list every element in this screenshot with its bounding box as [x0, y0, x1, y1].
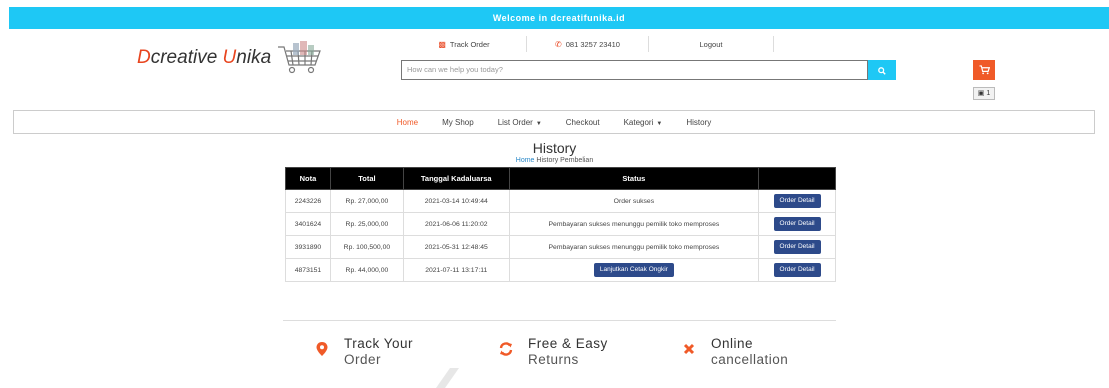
top-links: ▩ Track Order ✆ 081 3257 23410 Logout [402, 36, 774, 52]
welcome-bar: Welcome in dcreatifunika.id [9, 7, 1109, 29]
refresh-icon [496, 342, 516, 360]
logout-link[interactable]: Logout [649, 36, 774, 52]
cell-nota: 3931890 [285, 235, 331, 259]
watermark-shape [435, 368, 491, 388]
cell-nota: 3401624 [285, 212, 331, 236]
cell-tanggal: 2021-07-11 13:17:11 [402, 258, 510, 282]
table-row: 3401624 Rp. 25,000,00 2021-06-06 11:20:0… [285, 212, 836, 236]
cart-icon [979, 65, 990, 75]
nav-home[interactable]: Home [385, 118, 430, 127]
feature-returns: Free & Easy Returns [496, 336, 608, 368]
table-row: 3931890 Rp. 100,500,00 2021-05-31 12:48:… [285, 235, 836, 259]
header-action [758, 167, 836, 190]
bag-count-badge[interactable]: ▣ 1 [973, 87, 995, 100]
order-detail-button[interactable]: Order Detail [773, 194, 821, 208]
cart-button[interactable] [973, 60, 995, 80]
close-icon [679, 342, 699, 359]
table-row: 4873151 Rp. 44,000,00 2021-07-11 13:17:1… [285, 258, 836, 282]
welcome-text: Welcome in dcreatifunika.id [492, 13, 626, 23]
caret-down-icon: ▼ [535, 120, 542, 127]
bag-icon: ▣ [977, 90, 985, 97]
shopping-cart-image [275, 39, 325, 77]
cell-status: Lanjutkan Cetak Ongkir [508, 258, 760, 282]
cell-tanggal: 2021-03-14 10:49:44 [402, 189, 510, 213]
track-order-link[interactable]: ▩ Track Order [402, 36, 527, 52]
cell-total: Rp. 25,000,00 [329, 212, 404, 236]
main-navbar: Home My Shop List Order ▼ Checkout Katego… [13, 110, 1095, 134]
caret-down-icon: ▼ [656, 120, 663, 127]
truck-icon: ▩ [438, 39, 446, 49]
nav-checkout[interactable]: Checkout [554, 118, 612, 127]
cell-nota: 2243226 [285, 189, 331, 213]
order-detail-button[interactable]: Order Detail [773, 263, 821, 277]
breadcrumb-home[interactable]: Home [516, 157, 535, 164]
cell-tanggal: 2021-06-06 11:20:02 [402, 212, 510, 236]
cell-total: Rp. 44,000,00 [329, 258, 404, 282]
feature-track-order: Track Your Order [312, 336, 413, 368]
feature-subtitle: Order [344, 352, 382, 367]
table-row: 2243226 Rp. 27,000,00 2021-03-14 10:49:4… [285, 189, 836, 213]
page-title: History [532, 140, 577, 156]
breadcrumb-current: History Pembelian [534, 157, 594, 164]
cell-nota: 4873151 [285, 258, 331, 282]
search-icon [878, 66, 886, 75]
cell-action: Order Detail [758, 258, 836, 282]
nav-history[interactable]: History [674, 118, 723, 127]
nav-my-shop[interactable]: My Shop [430, 118, 486, 127]
cell-action: Order Detail [758, 189, 836, 213]
header-nota: Nota [285, 167, 331, 190]
cell-action: Order Detail [758, 235, 836, 259]
cell-status: Pembayaran sukses menunggu pemilik toko … [508, 235, 760, 259]
feature-subtitle: Returns [528, 352, 579, 367]
feature-subtitle: cancellation [711, 352, 789, 367]
history-table: Nota Total Tanggal Kadaluarsa Status 224… [285, 167, 836, 282]
header-tanggal: Tanggal Kadaluarsa [402, 167, 510, 190]
table-header-row: Nota Total Tanggal Kadaluarsa Status [285, 167, 836, 190]
cell-total: Rp. 100,500,00 [329, 235, 404, 259]
lanjutkan-cetak-ongkir-button[interactable]: Lanjutkan Cetak Ongkir [593, 263, 674, 277]
cell-action: Order Detail [758, 212, 836, 236]
map-pin-icon [312, 342, 332, 360]
nav-kategori[interactable]: Kategori ▼ [612, 118, 675, 127]
header-status: Status [508, 167, 760, 190]
phone-link[interactable]: ✆ 081 3257 23410 [527, 36, 649, 52]
nav-list-order[interactable]: List Order ▼ [486, 118, 554, 127]
breadcrumb: Home History Pembelian [0, 157, 1109, 164]
order-detail-button[interactable]: Order Detail [773, 217, 821, 231]
cell-tanggal: 2021-05-31 12:48:45 [402, 235, 510, 259]
logo-text: Dcreative Unika [137, 47, 272, 68]
search-button[interactable] [868, 60, 896, 80]
site-logo[interactable]: Dcreative Unika [137, 38, 325, 78]
section-divider [283, 320, 836, 321]
search-input[interactable]: How can we help you today? [401, 60, 868, 80]
phone-icon: ✆ [555, 39, 562, 49]
cell-status: Order sukses [508, 189, 760, 213]
order-detail-button[interactable]: Order Detail [773, 240, 821, 254]
feature-title: Track Your [344, 336, 414, 351]
header-total: Total [329, 167, 404, 190]
feature-title: Online [711, 336, 754, 351]
feature-cancellation: Online cancellation [679, 336, 788, 368]
cell-total: Rp. 27,000,00 [329, 189, 404, 213]
feature-title: Free & Easy [528, 336, 608, 351]
cell-status: Pembayaran sukses menunggu pemilik toko … [508, 212, 760, 236]
